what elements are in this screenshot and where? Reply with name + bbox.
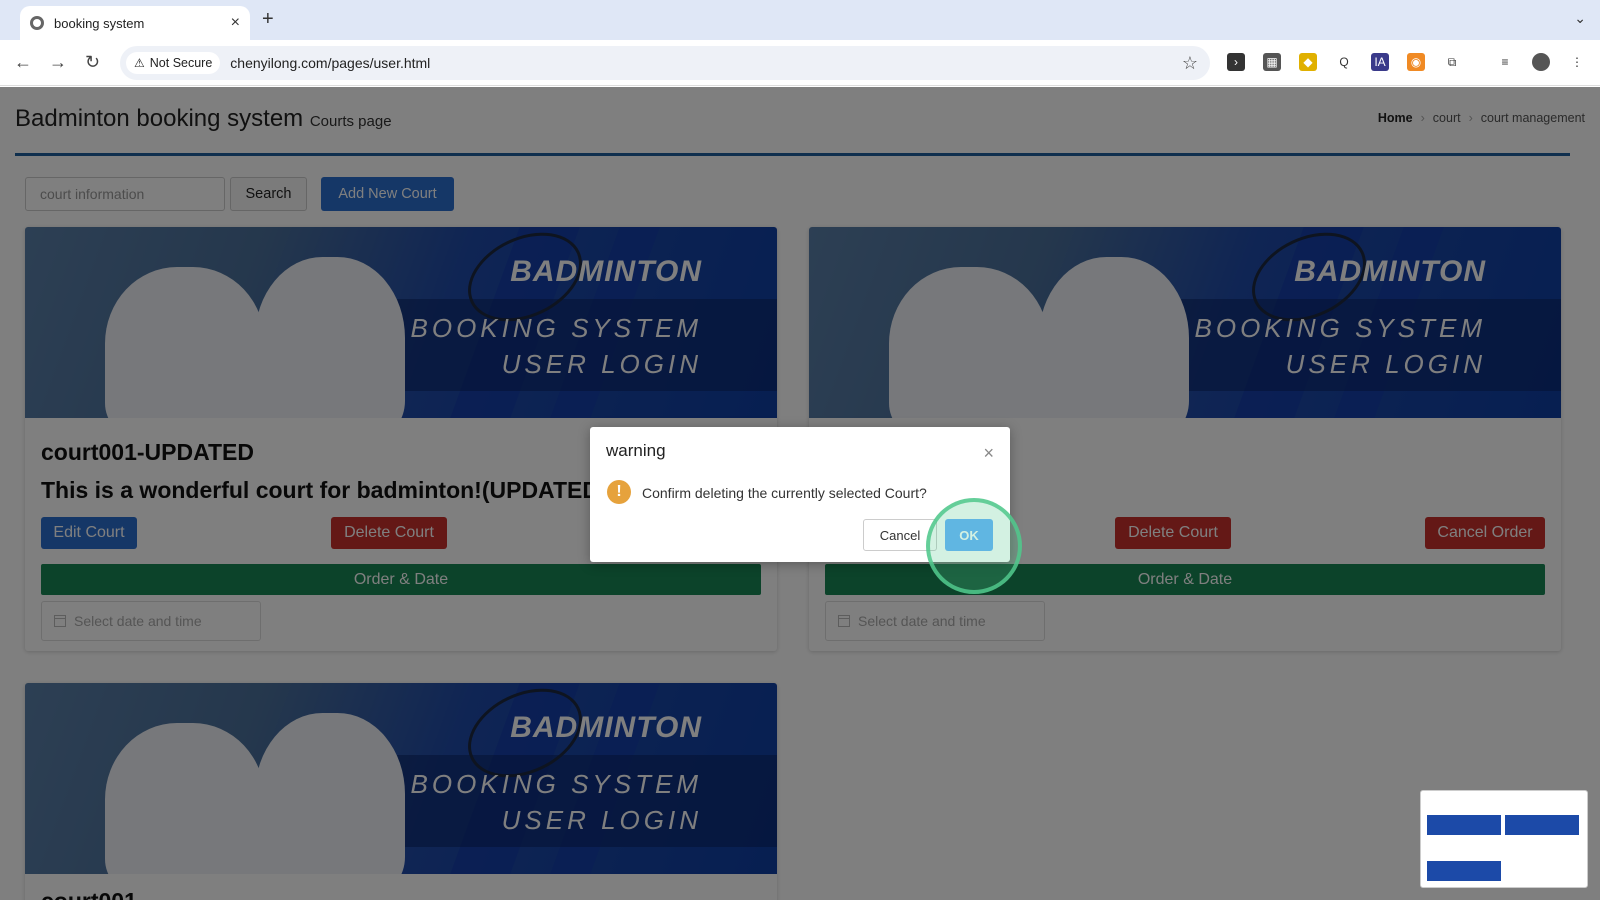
extension-icon[interactable]: › (1227, 53, 1245, 71)
browser-toolbar: ← → ↻ ⚠ Not Secure chenyilong.com/pages/… (0, 40, 1600, 86)
click-indicator (926, 498, 1022, 594)
address-bar[interactable]: ⚠ Not Secure chenyilong.com/pages/user.h… (120, 46, 1210, 80)
search-extension-icon[interactable]: Q (1335, 53, 1353, 71)
back-icon[interactable]: ← (14, 52, 32, 73)
close-tab-icon[interactable]: × (231, 14, 240, 32)
security-label: Not Secure (149, 56, 213, 70)
dialog-title: warning (606, 441, 666, 460)
warning-triangle-icon: ⚠ (134, 56, 145, 70)
tab-title: booking system (54, 15, 145, 31)
security-chip[interactable]: ⚠ Not Secure (126, 52, 221, 74)
close-icon[interactable]: × (983, 443, 994, 464)
reload-icon[interactable]: ↻ (85, 52, 100, 73)
bookmark-star-icon[interactable]: ☆ (1182, 53, 1198, 74)
extension-icon[interactable]: ◉ (1407, 53, 1425, 71)
media-icon[interactable]: ≡ (1496, 53, 1514, 71)
extension-icon[interactable]: ◆ (1299, 53, 1317, 71)
globe-icon (30, 16, 44, 30)
browser-tab[interactable]: booking system × (20, 6, 250, 40)
new-tab-icon[interactable]: + (262, 8, 274, 31)
warning-icon: ! (607, 480, 631, 504)
dialog-message: Confirm deleting the currently selected … (642, 485, 927, 501)
page-thumbnail (1420, 790, 1588, 888)
browser-tab-bar: booking system × + ⌄ (0, 0, 1600, 40)
profile-avatar[interactable] (1532, 53, 1550, 71)
more-menu-icon[interactable]: ⋮ (1568, 53, 1586, 71)
chevron-down-icon[interactable]: ⌄ (1574, 10, 1586, 27)
ia-extension-icon[interactable]: IA (1371, 53, 1389, 71)
qr-extension-icon[interactable]: ▦ (1263, 53, 1281, 71)
puzzle-icon[interactable]: ⧉ (1443, 53, 1461, 71)
forward-icon[interactable]: → (49, 52, 67, 73)
url-text[interactable]: chenyilong.com/pages/user.html (230, 55, 1182, 71)
